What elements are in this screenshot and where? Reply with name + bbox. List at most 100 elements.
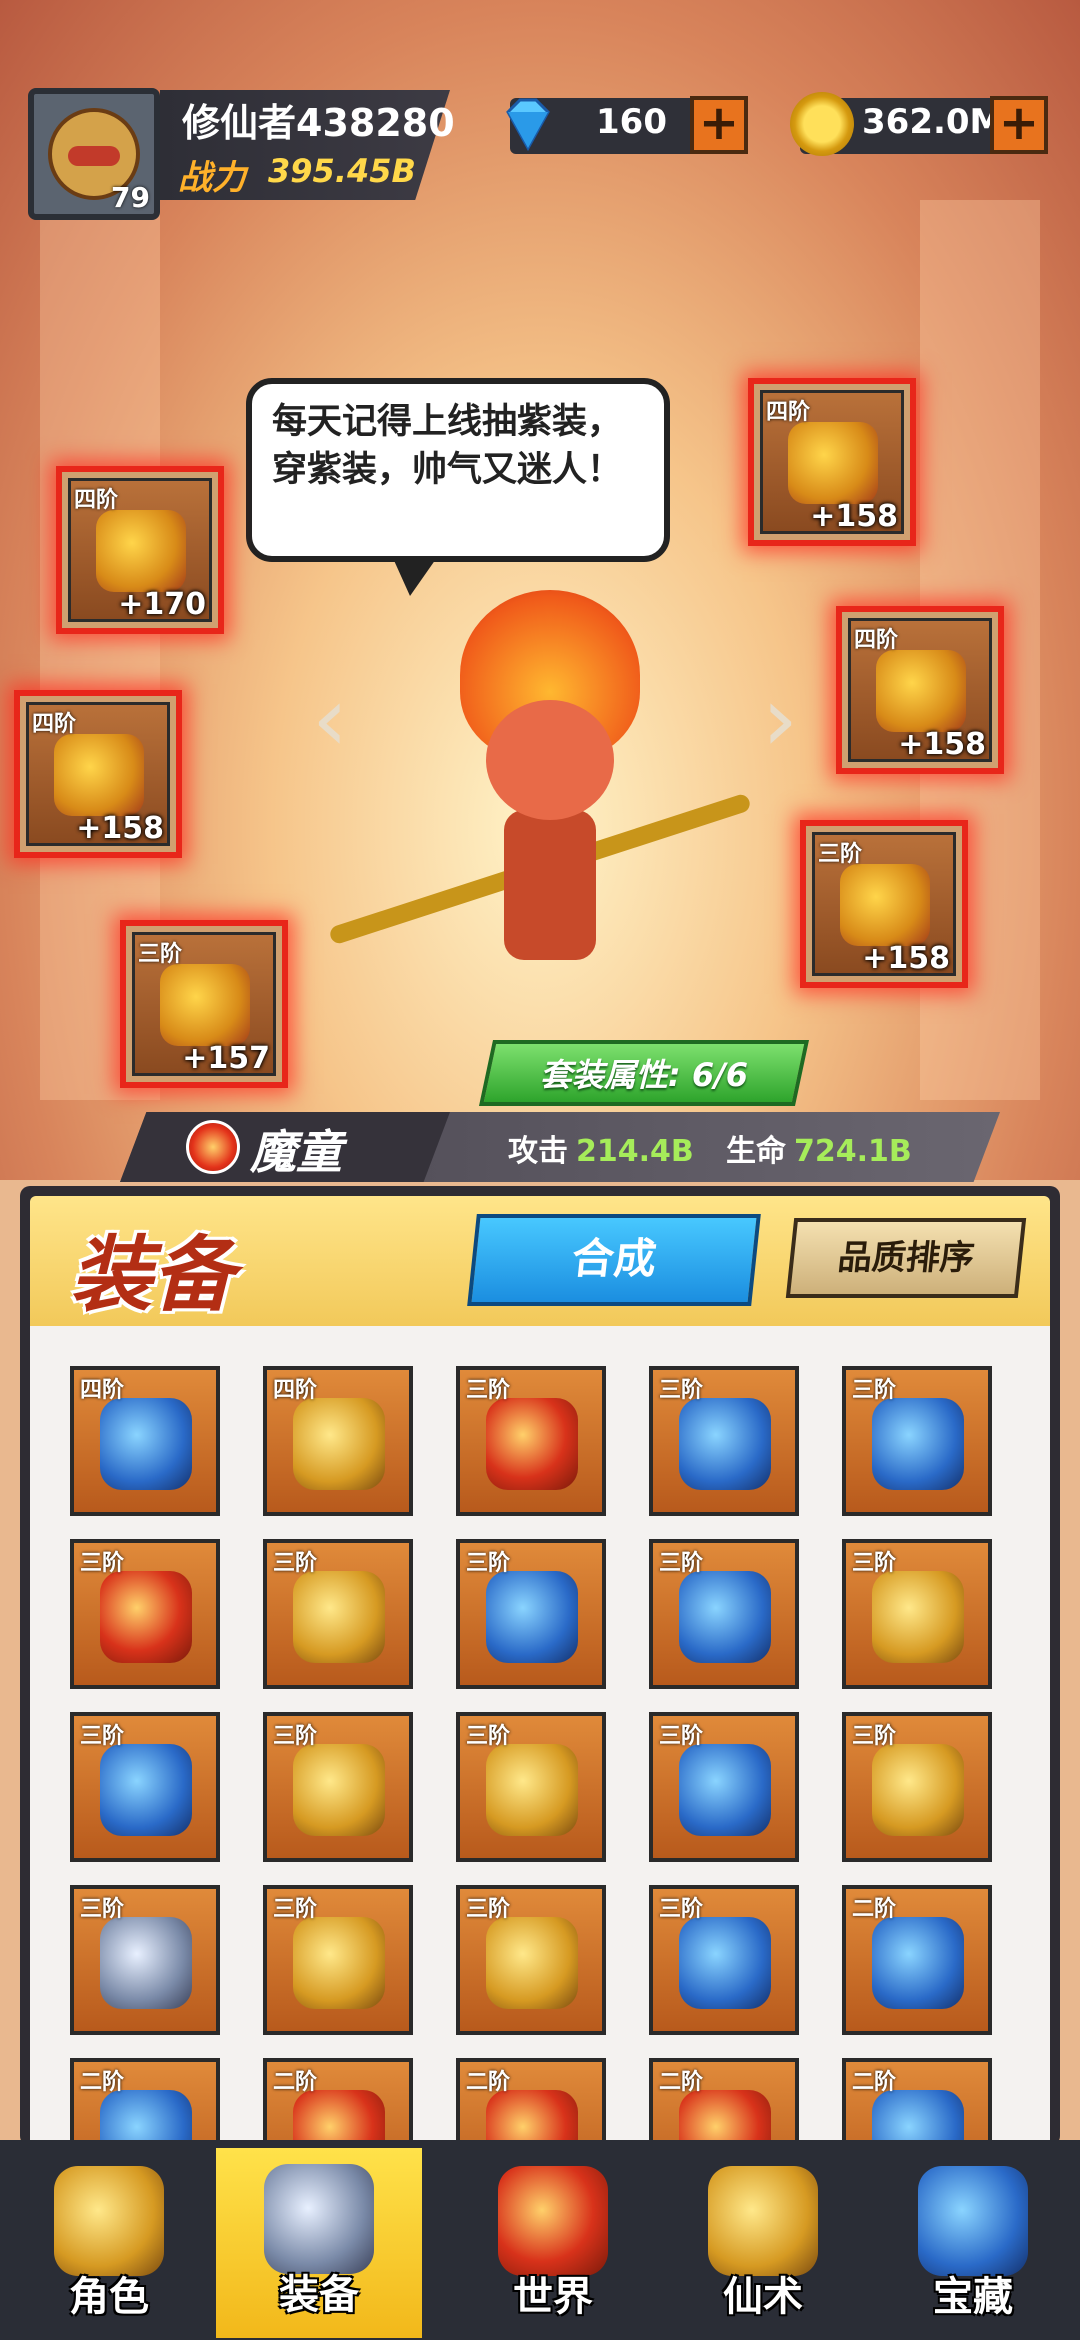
item-tier: 三阶 bbox=[80, 1551, 125, 1576]
staff-red-icon bbox=[293, 2090, 385, 2140]
panel-title: 装备 bbox=[70, 1228, 234, 1323]
tab-equipment[interactable]: 装备 bbox=[216, 2148, 422, 2338]
equip-tier: 四阶 bbox=[766, 400, 811, 425]
chevron-left-icon[interactable]: ‹ bbox=[300, 670, 360, 770]
tab-treasure[interactable]: 宝藏 bbox=[870, 2150, 1076, 2340]
inventory-item[interactable]: 二阶 bbox=[842, 1885, 992, 2035]
staff-red-icon bbox=[486, 2090, 578, 2140]
equip-slot-ring[interactable]: 三阶 +157 bbox=[120, 920, 288, 1088]
hero-face bbox=[486, 700, 614, 820]
inventory-item[interactable]: 三阶 bbox=[263, 1712, 413, 1862]
tab-spell[interactable]: 仙术 bbox=[660, 2150, 866, 2340]
equip-tier: 四阶 bbox=[32, 712, 77, 737]
fire-element-icon bbox=[186, 1120, 240, 1174]
player-avatar[interactable]: 79 bbox=[28, 88, 160, 220]
item-tier: 三阶 bbox=[466, 1897, 511, 1922]
item-tier: 三阶 bbox=[852, 1378, 897, 1403]
ring-gold-icon bbox=[872, 1744, 964, 1836]
boots-blue-icon bbox=[100, 1398, 192, 1490]
inventory-item[interactable]: 二阶 bbox=[456, 2058, 606, 2140]
equip-level: +158 bbox=[76, 811, 164, 846]
swords-blue-icon bbox=[872, 1398, 964, 1490]
ring-gold-icon bbox=[486, 1917, 578, 2009]
armor-blue-icon bbox=[679, 1571, 771, 1663]
inventory-grid[interactable]: 四阶 四阶 三阶 三阶 三阶 三阶 三阶 三阶 三阶 三阶 三阶 三阶 三阶 三阶 三阶 三阶 三阶 三阶 三阶 二阶… bbox=[30, 1326, 1050, 2140]
item-tier: 三阶 bbox=[466, 1724, 511, 1749]
ring-silver-icon bbox=[100, 1917, 192, 2009]
item-tier: 三阶 bbox=[273, 1724, 318, 1749]
armor-blue-icon bbox=[679, 1744, 771, 1836]
inventory-item[interactable]: 三阶 bbox=[70, 1885, 220, 2035]
inventory-item[interactable]: 三阶 bbox=[456, 1885, 606, 2035]
item-tier: 四阶 bbox=[80, 1378, 125, 1403]
equip-level: +157 bbox=[182, 1041, 270, 1076]
inventory-item[interactable]: 二阶 bbox=[842, 2058, 992, 2140]
character-name: 魔童 bbox=[250, 1125, 342, 1179]
inventory-item[interactable]: 四阶 bbox=[70, 1366, 220, 1516]
quality-sort-button[interactable]: 品质排序 bbox=[785, 1218, 1027, 1298]
speech-bubble: 每天记得上线抽紫装，穿紫装，帅气又迷人！ bbox=[246, 378, 670, 596]
attack-label: 攻击 bbox=[508, 1134, 568, 1169]
armor-blue-icon bbox=[100, 1744, 192, 1836]
inventory-item[interactable]: 二阶 bbox=[649, 2058, 799, 2140]
player-level: 79 bbox=[111, 181, 150, 214]
inventory-item[interactable]: 三阶 bbox=[842, 1366, 992, 1516]
item-tier: 三阶 bbox=[273, 1897, 318, 1922]
equip-slot-boots[interactable]: 四阶 +158 bbox=[14, 690, 182, 858]
item-tier: 三阶 bbox=[466, 1551, 511, 1576]
item-tier: 二阶 bbox=[466, 2070, 511, 2095]
ring-icon bbox=[160, 964, 250, 1046]
inventory-item[interactable]: 四阶 bbox=[263, 1366, 413, 1516]
inventory-item[interactable]: 三阶 bbox=[649, 1539, 799, 1689]
item-tier: 三阶 bbox=[80, 1724, 125, 1749]
item-tier: 三阶 bbox=[659, 1724, 704, 1749]
tab-world[interactable]: 世界 bbox=[450, 2150, 656, 2340]
synthesize-button[interactable]: 合成 bbox=[467, 1214, 761, 1306]
armor-blue-icon bbox=[486, 1571, 578, 1663]
inventory-item[interactable]: 三阶 bbox=[263, 1885, 413, 2035]
power-label: 战力 bbox=[178, 158, 246, 198]
equip-slot-hat[interactable]: 三阶 +158 bbox=[800, 820, 968, 988]
inventory-item[interactable]: 二阶 bbox=[70, 2058, 220, 2140]
inventory-item[interactable]: 三阶 bbox=[456, 1539, 606, 1689]
gold-coin-icon bbox=[790, 92, 854, 156]
item-tier: 三阶 bbox=[80, 1897, 125, 1922]
add-gems-button[interactable]: + bbox=[690, 96, 748, 154]
equip-tier: 三阶 bbox=[138, 942, 183, 967]
inventory-item[interactable]: 三阶 bbox=[456, 1366, 606, 1516]
item-tier: 二阶 bbox=[80, 2070, 125, 2095]
inventory-item[interactable]: 三阶 bbox=[842, 1712, 992, 1862]
set-bonus-label: 套装属性: 6/6 bbox=[539, 1056, 749, 1094]
hero-character bbox=[327, 560, 753, 1030]
add-gold-button[interactable]: + bbox=[990, 96, 1048, 154]
monkey-icon bbox=[54, 2166, 164, 2276]
inventory-item[interactable]: 三阶 bbox=[70, 1712, 220, 1862]
item-tier: 二阶 bbox=[273, 2070, 318, 2095]
item-tier: 四阶 bbox=[273, 1378, 318, 1403]
tab-role[interactable]: 角色 bbox=[6, 2150, 212, 2340]
attack-stat: 攻击 214.4B bbox=[508, 1126, 694, 1170]
inventory-item[interactable]: 三阶 bbox=[456, 1712, 606, 1862]
chevron-right-icon[interactable]: › bbox=[750, 670, 810, 770]
inventory-item[interactable]: 二阶 bbox=[263, 2058, 413, 2140]
inventory-item[interactable]: 三阶 bbox=[263, 1539, 413, 1689]
chest-icon bbox=[918, 2166, 1028, 2276]
inventory-item[interactable]: 三阶 bbox=[649, 1885, 799, 2035]
sword-icon bbox=[264, 2164, 374, 2274]
tab-label: 宝藏 bbox=[933, 2274, 1013, 2320]
boots-gold-icon bbox=[293, 1398, 385, 1490]
hp-label: 生命 bbox=[726, 1134, 786, 1169]
helmet-gold-icon bbox=[293, 1571, 385, 1663]
helmet-gold-icon bbox=[872, 1571, 964, 1663]
equip-slot-helmet[interactable]: 四阶 +158 bbox=[748, 378, 916, 546]
tab-label: 角色 bbox=[69, 2274, 149, 2320]
equip-slot-armor[interactable]: 四阶 +158 bbox=[836, 606, 1004, 774]
inventory-item[interactable]: 三阶 bbox=[842, 1539, 992, 1689]
equip-level: +158 bbox=[862, 941, 950, 976]
diamond-icon bbox=[506, 98, 550, 152]
inventory-item[interactable]: 三阶 bbox=[649, 1712, 799, 1862]
inventory-item[interactable]: 三阶 bbox=[70, 1539, 220, 1689]
equip-slot-weapon[interactable]: 四阶 +170 bbox=[56, 466, 224, 634]
inventory-item[interactable]: 三阶 bbox=[649, 1366, 799, 1516]
spear-icon bbox=[96, 510, 186, 592]
